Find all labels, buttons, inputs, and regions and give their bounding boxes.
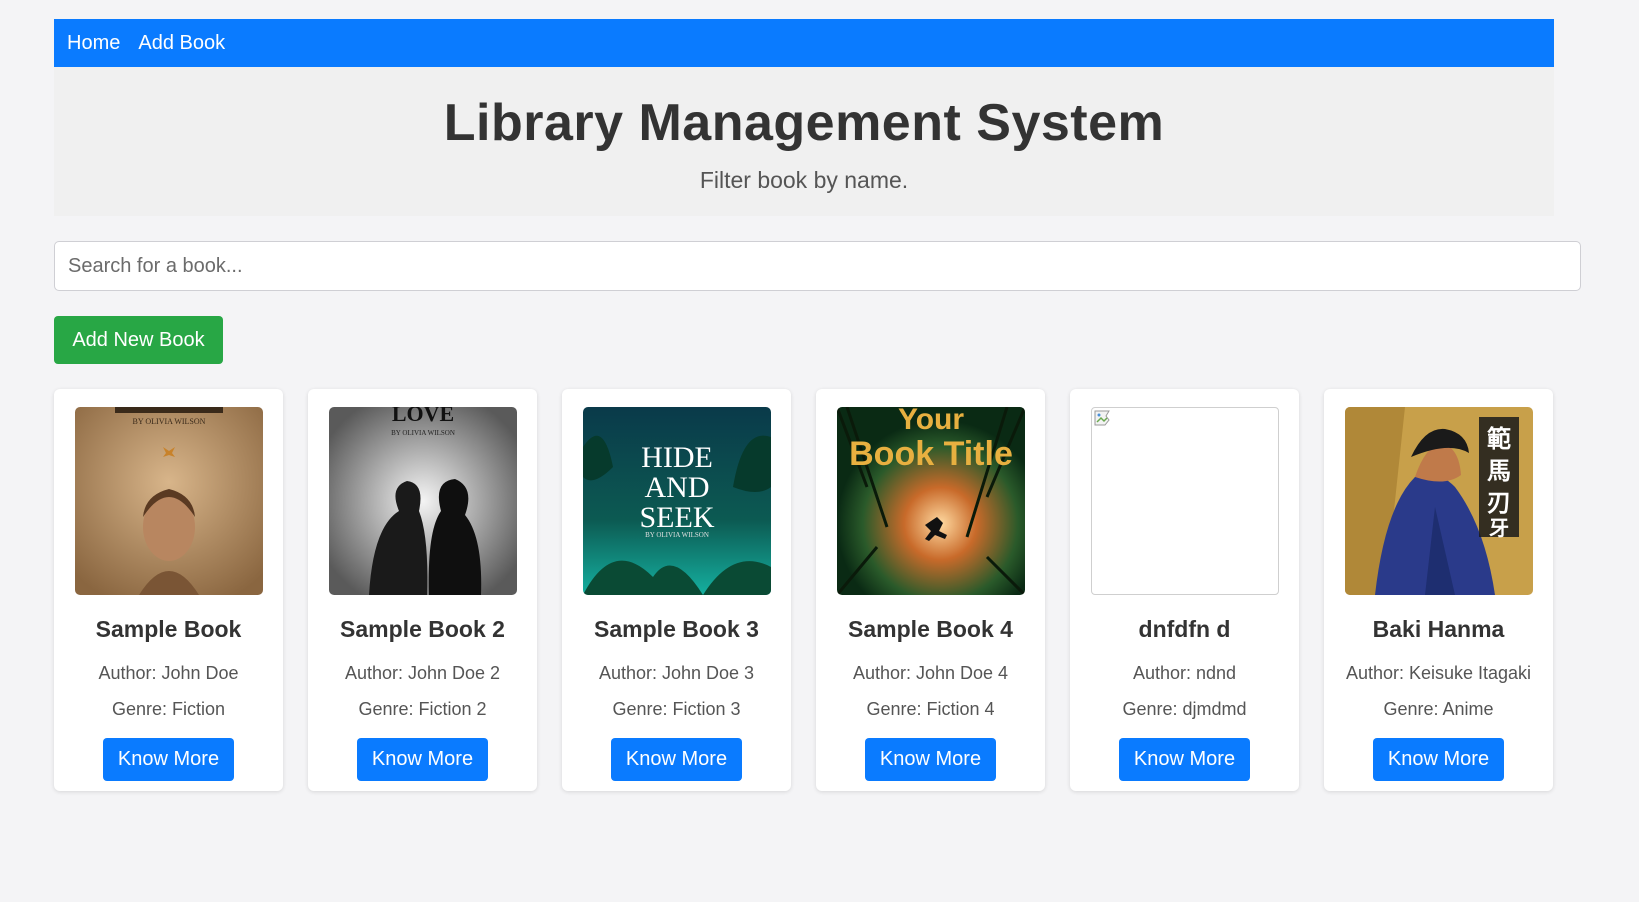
svg-text:Book Title: Book Title <box>849 435 1013 473</box>
book-author: Author: Keisuke Itagaki <box>1345 663 1532 683</box>
book-card: BY OLIVIA WILSON Sample Book Author: Joh… <box>54 389 283 791</box>
book-author: Author: John Doe <box>98 663 239 683</box>
nav-home-link[interactable]: Home <box>67 32 120 55</box>
know-more-button[interactable]: Know More <box>1373 738 1504 781</box>
book-cover-image: 範 馬 刃 牙 <box>1344 407 1533 595</box>
page-title: Library Management System <box>443 94 1165 152</box>
book-card: BY OLIVIA WILSON HIDE AND SEEK Sample Bo… <box>562 389 791 791</box>
book-genre: Genre: djmdmd <box>1122 699 1247 719</box>
broken-image-icon <box>1094 410 1110 426</box>
know-more-button[interactable]: Know More <box>611 738 742 781</box>
book-title: dnfdfn d <box>1138 616 1231 642</box>
svg-text:Your: Your <box>897 407 963 436</box>
add-new-book-button[interactable]: Add New Book <box>54 316 223 364</box>
page-header: Library Management System Filter book by… <box>54 67 1554 216</box>
book-cover-image: BY OLIVIA WILSON HIDE AND SEEK <box>582 407 771 595</box>
book-author: Author: John Doe 4 <box>852 663 1009 683</box>
book-cover-image: BY OLIVIA WILSON <box>74 407 263 595</box>
cover-author-text: BY OLIVIA WILSON <box>391 429 455 437</box>
book-author: Author: ndnd <box>1132 663 1237 683</box>
page: Home Add Book Library Management System … <box>54 19 1635 791</box>
page-subtitle: Filter book by name. <box>699 167 909 193</box>
book-genre: Genre: Fiction <box>111 699 226 719</box>
book-author: Author: John Doe 2 <box>344 663 501 683</box>
book-genre: Genre: Anime <box>1383 699 1494 719</box>
svg-text:HIDE: HIDE <box>641 441 713 474</box>
book-cover-image: Your Book Title <box>836 407 1025 595</box>
nav-add-book-link[interactable]: Add Book <box>138 32 225 55</box>
book-title: Sample Book 3 <box>594 616 759 642</box>
book-card: LOVE BY OLIVIA WILSON Sample Book 2 Auth… <box>308 389 537 791</box>
book-title: Baki Hanma <box>1372 616 1505 642</box>
book-cover-image-broken <box>1090 407 1279 595</box>
book-cover-image: LOVE BY OLIVIA WILSON <box>328 407 517 595</box>
book-card: 範 馬 刃 牙 Baki Hanma Author: Keisuke Itaga… <box>1324 389 1553 791</box>
search-input[interactable] <box>54 241 1581 291</box>
book-title: Sample Book 2 <box>340 616 505 642</box>
svg-text:牙: 牙 <box>1489 516 1509 540</box>
know-more-button[interactable]: Know More <box>865 738 996 781</box>
cover-title-text: LOVE <box>391 407 453 426</box>
know-more-button[interactable]: Know More <box>1119 738 1250 781</box>
know-more-button[interactable]: Know More <box>103 738 234 781</box>
svg-text:馬: 馬 <box>1487 457 1511 485</box>
book-card: Your Book Title Sample Book 4 Author: Jo… <box>816 389 1045 791</box>
book-title: Sample Book <box>95 616 242 642</box>
svg-text:SEEK: SEEK <box>639 501 714 534</box>
navbar: Home Add Book <box>54 19 1554 67</box>
svg-text:範: 範 <box>1487 425 1511 453</box>
book-genre: Genre: Fiction 2 <box>358 699 487 719</box>
svg-text:刃: 刃 <box>1487 489 1511 517</box>
book-genre: Genre: Fiction 3 <box>612 699 741 719</box>
book-list: BY OLIVIA WILSON Sample Book Author: Joh… <box>54 389 1635 791</box>
svg-text:AND: AND <box>644 471 709 504</box>
cover-author-text: BY OLIVIA WILSON <box>132 417 205 426</box>
book-title: Sample Book 4 <box>848 616 1013 642</box>
know-more-button[interactable]: Know More <box>357 738 488 781</box>
book-card: dnfdfn d Author: ndnd Genre: djmdmd Know… <box>1070 389 1299 791</box>
book-author: Author: John Doe 3 <box>598 663 755 683</box>
book-genre: Genre: Fiction 4 <box>866 699 995 719</box>
